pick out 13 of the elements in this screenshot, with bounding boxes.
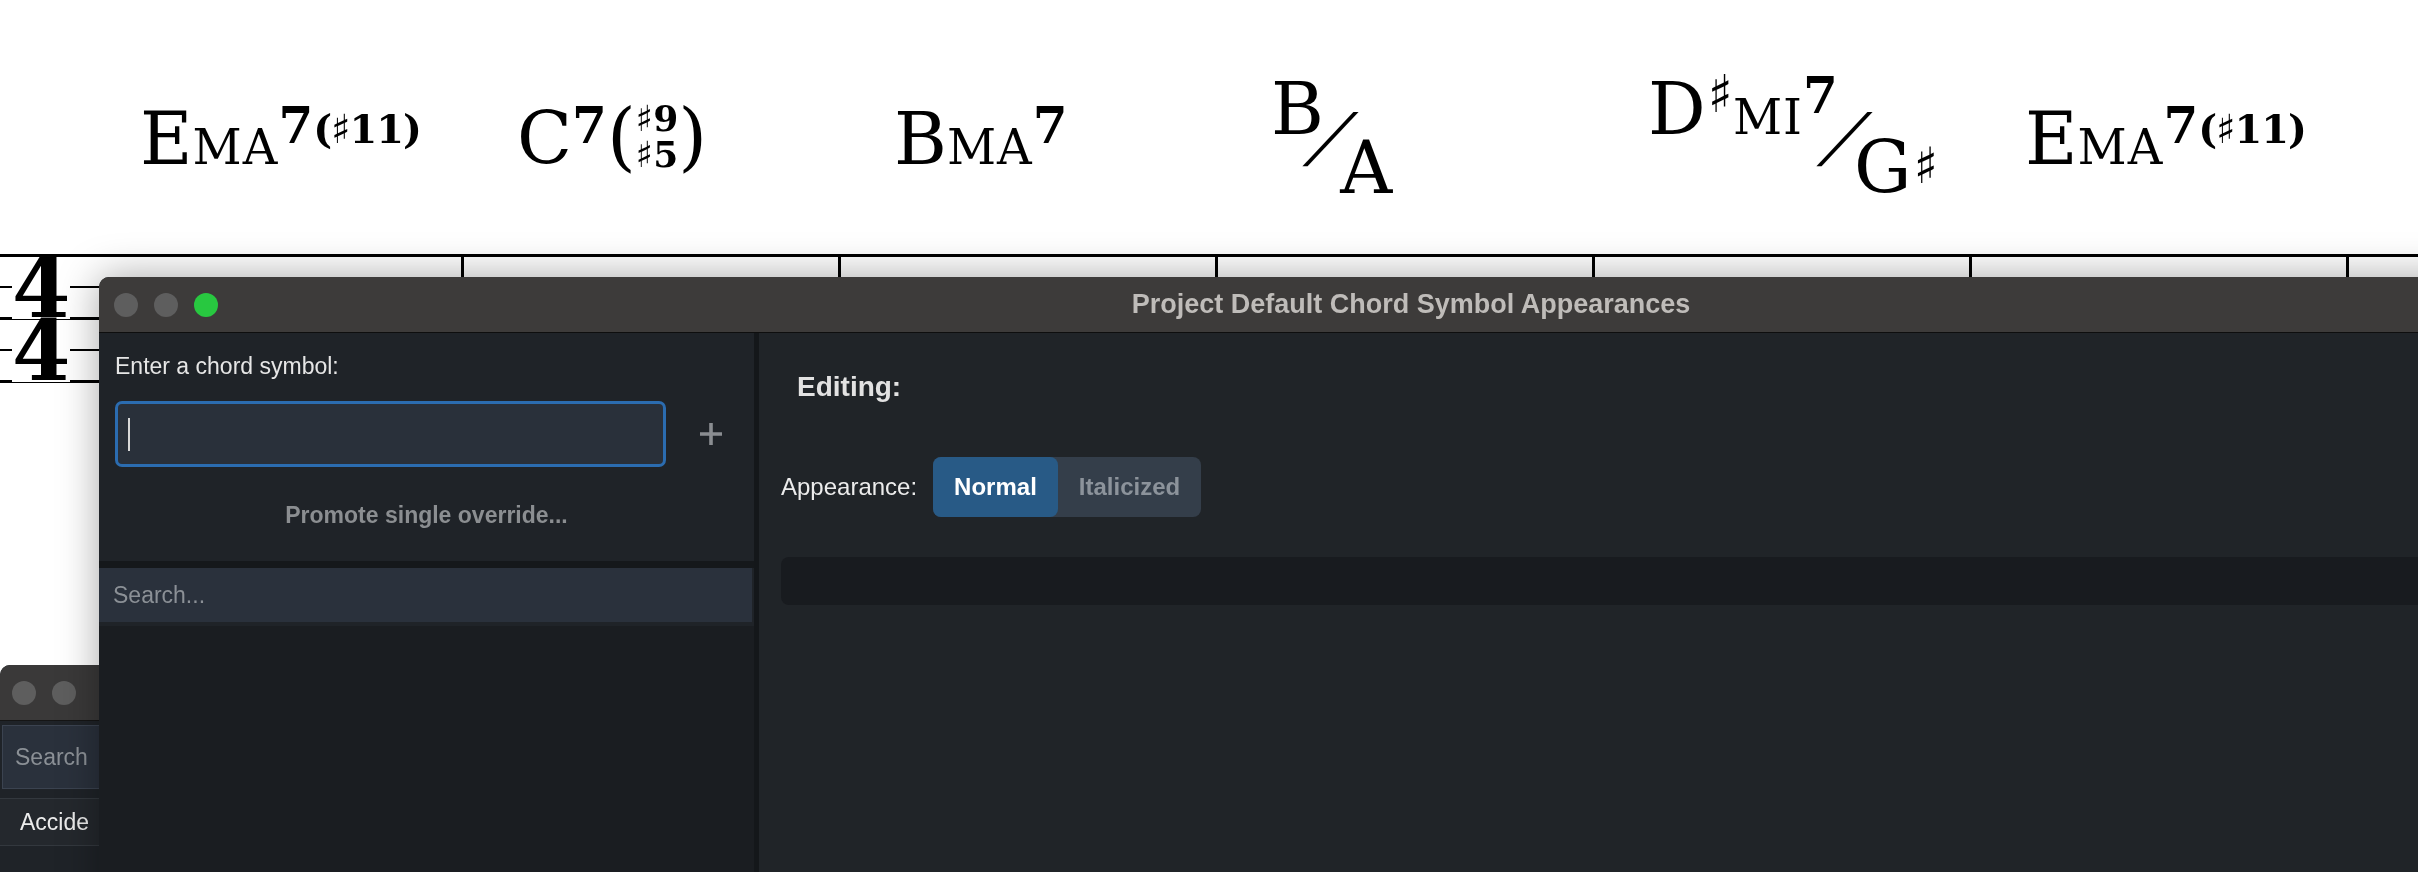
chord-input-field[interactable] (115, 401, 666, 467)
add-button[interactable] (699, 422, 723, 446)
plus-icon (699, 422, 723, 446)
section-heading: Editing: (797, 371, 902, 403)
text-cursor-icon (128, 418, 130, 451)
segment-button[interactable]: Italicized (1057, 457, 1202, 517)
search-field[interactable]: Search... (99, 568, 752, 622)
zoom-button[interactable] (194, 292, 218, 317)
window-title: Project Default Chord Symbol Appearances (1131, 289, 1691, 320)
appearance-label: Appearance: (781, 473, 918, 501)
segment-button[interactable]: Normal (933, 457, 1058, 517)
chord-symbol: B/A (1271, 73, 1393, 204)
field-label: Enter a chord symbol: (115, 353, 339, 379)
